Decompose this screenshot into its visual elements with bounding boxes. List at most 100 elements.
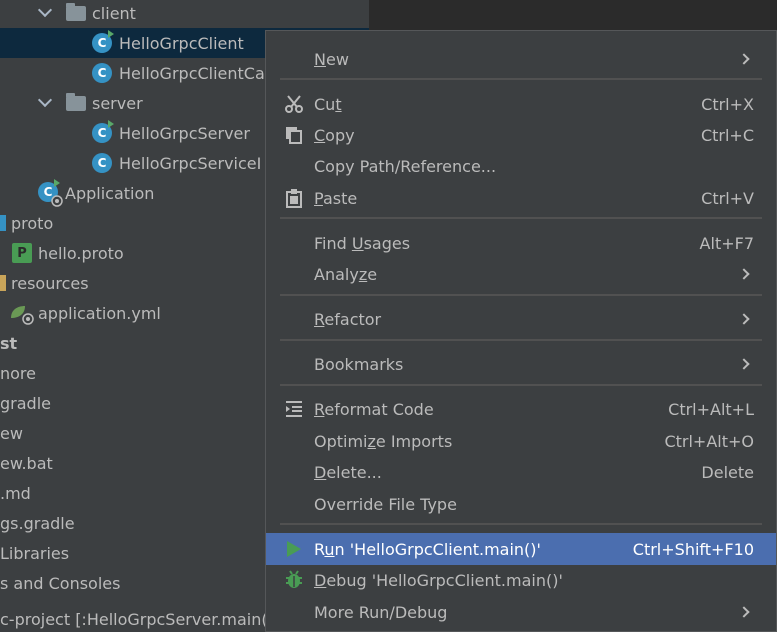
folder-icon <box>66 92 86 111</box>
submenu-arrow-icon <box>738 268 750 280</box>
menu-item-bookmarks[interactable]: Bookmarks <box>266 349 776 379</box>
label-part: eformat Code <box>324 399 434 419</box>
label-part: ebug 'HelloGrpcClient.main()' <box>326 570 563 590</box>
menu-item-override-file-type[interactable]: Override File Type <box>266 489 776 519</box>
tree-item-client[interactable]: client <box>0 0 369 28</box>
spring-application-icon: C <box>38 179 63 207</box>
label-part: Optimi <box>314 431 368 451</box>
tree-item-label: HelloGrpcServer <box>119 123 250 143</box>
mnemonic: C <box>314 125 326 145</box>
menu-item-analyze[interactable]: Analyze <box>266 259 776 289</box>
menu-item-label: Paste <box>314 189 357 208</box>
menu-item-label: Cut <box>314 95 342 114</box>
chevron-down-icon[interactable] <box>37 2 53 18</box>
label-part: aste <box>322 188 358 208</box>
label-part: e <box>367 264 378 284</box>
mnemonic: D <box>314 570 327 590</box>
java-class-runnable-icon: C <box>92 30 114 53</box>
tree-item-label: hello.proto <box>38 243 124 263</box>
label-part: R <box>314 539 325 559</box>
tree-item-label: st <box>0 333 18 353</box>
menu-separator <box>280 78 762 80</box>
shortcut: Ctrl+C <box>700 125 754 145</box>
label-part: Cu <box>314 94 336 114</box>
resources-folder-icon <box>0 275 6 291</box>
menu-item-delete[interactable]: Delete... Delete <box>266 457 776 487</box>
mnemonic: U <box>351 233 364 253</box>
menu-item-paste[interactable]: Paste Ctrl+V <box>266 183 776 213</box>
menu-item-label: Reformat Code <box>314 400 434 419</box>
mnemonic: N <box>314 49 326 69</box>
menu-item-label: Run 'HelloGrpcClient.main()' <box>314 540 541 559</box>
tree-item-label: proto <box>11 213 54 233</box>
menu-item-copy[interactable]: Copy Ctrl+C <box>266 120 776 150</box>
mnemonic: z <box>367 431 376 451</box>
tree-item-label: gradle <box>0 393 51 413</box>
menu-separator <box>280 217 762 219</box>
menu-item-label: Copy <box>314 126 355 145</box>
menu-separator <box>280 384 762 386</box>
context-menu: New Cut Ctrl+X Copy Ctrl+C Copy Path/Ref <box>265 30 777 632</box>
tree-item-label: HelloGrpcServiceI <box>119 153 262 173</box>
menu-item-label: Copy Path/Reference... <box>314 156 497 176</box>
tree-item-label: s and Consoles <box>0 573 121 593</box>
label-part: n 'HelloGrpcClient.main()' <box>334 539 541 559</box>
tree-item-label: ew.bat <box>0 453 53 473</box>
run-icon <box>284 539 304 559</box>
mnemonic: R <box>314 309 325 329</box>
menu-item-label: Bookmarks <box>314 354 404 374</box>
menu-item-debug[interactable]: Debug 'HelloGrpcClient.main()' <box>266 565 776 595</box>
chevron-down-icon[interactable] <box>37 92 53 108</box>
mnemonic: R <box>314 399 325 419</box>
tree-item-label: gs.gradle <box>0 513 75 533</box>
java-class-runnable-icon: C <box>92 120 114 143</box>
tree-item-label: HelloGrpcClient <box>119 33 244 53</box>
menu-item-copy-path[interactable]: Copy Path/Reference... <box>266 151 776 181</box>
menu-item-label: Debug 'HelloGrpcClient.main()' <box>314 571 563 590</box>
menu-separator <box>280 294 762 296</box>
menu-item-label: Optimize Imports <box>314 432 452 451</box>
shortcut: Ctrl+V <box>701 188 754 208</box>
mnemonic: t <box>335 94 342 114</box>
menu-item-label: Refactor <box>314 310 381 329</box>
label-part: Analy <box>314 264 359 284</box>
menu-item-more-run-debug[interactable]: More Run/Debug <box>266 597 776 627</box>
run-tab-label: c-project [:HelloGrpcServer.main( <box>0 609 268 629</box>
label-part: opy <box>325 125 355 145</box>
menu-item-reformat-code[interactable]: Reformat Code Ctrl+Alt+L <box>266 394 776 424</box>
menu-item-label: Find Usages <box>314 234 410 253</box>
menu-item-label: New <box>314 50 349 69</box>
menu-item-run[interactable]: Run 'HelloGrpcClient.main()' Ctrl+Shift+… <box>266 533 776 565</box>
shortcut: Delete <box>701 462 754 482</box>
gear-icon <box>51 195 63 207</box>
menu-item-new[interactable]: New <box>266 44 776 74</box>
mnemonic: P <box>314 188 323 208</box>
label-part: e Imports <box>375 431 453 451</box>
java-class-icon: C <box>92 153 112 173</box>
menu-item-optimize-imports[interactable]: Optimize Imports Ctrl+Alt+O <box>266 426 776 456</box>
label-part: elete... <box>326 462 382 482</box>
submenu-arrow-icon <box>738 606 750 618</box>
menu-item-cut[interactable]: Cut Ctrl+X <box>266 89 776 119</box>
shortcut: Ctrl+Shift+F10 <box>632 539 754 559</box>
shortcut: Ctrl+Alt+O <box>664 431 754 451</box>
menu-item-find-usages[interactable]: Find Usages Alt+F7 <box>266 228 776 258</box>
shortcut: Alt+F7 <box>699 233 754 253</box>
menu-separator <box>280 339 762 341</box>
reformat-icon <box>284 399 304 419</box>
shortcut: Ctrl+X <box>701 94 754 114</box>
submenu-arrow-icon <box>738 358 750 370</box>
clipboard-icon <box>284 188 304 208</box>
submenu-arrow-icon <box>738 53 750 65</box>
tree-item-label: client <box>92 3 136 23</box>
java-class-icon: C <box>92 63 112 83</box>
label-part: sages <box>363 233 411 253</box>
label-part: Find <box>314 233 352 253</box>
tree-item-label: server <box>92 93 143 113</box>
shortcut: Ctrl+Alt+L <box>668 399 754 419</box>
source-folder-icon <box>0 215 6 231</box>
menu-item-label: Delete... <box>314 463 382 482</box>
menu-item-label: More Run/Debug <box>314 602 448 622</box>
submenu-arrow-icon <box>738 313 750 325</box>
menu-item-refactor[interactable]: Refactor <box>266 304 776 334</box>
